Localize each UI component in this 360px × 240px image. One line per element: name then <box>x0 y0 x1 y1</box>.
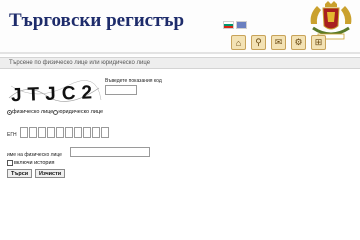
egn-digit-field[interactable] <box>83 127 91 138</box>
person-name-label: име на физическо лице <box>7 152 62 158</box>
natural-person-radio[interactable] <box>7 109 12 115</box>
egn-digit-field[interactable] <box>47 127 55 138</box>
search-icon[interactable]: ⚲ <box>251 35 266 50</box>
egn-digit-field[interactable] <box>56 127 64 138</box>
clear-button[interactable]: Изчисти <box>35 169 66 178</box>
header-divider <box>0 52 360 54</box>
legal-person-label: юридическо лице <box>58 109 104 115</box>
egn-digit-field[interactable] <box>29 127 37 138</box>
captcha-image: JTJC2 <box>8 80 102 104</box>
egn-input-group <box>20 127 110 138</box>
include-history-checkbox[interactable] <box>7 160 13 166</box>
sitemap-icon[interactable]: ⊞ <box>311 35 326 50</box>
captcha-input[interactable] <box>105 85 137 95</box>
section-bar: Търсене по физическо лице или юридическо… <box>0 57 360 69</box>
mail-icon[interactable]: ✉ <box>271 35 286 50</box>
include-history-label: включи история <box>14 160 55 166</box>
egn-digit-field[interactable] <box>92 127 100 138</box>
egn-digit-field[interactable] <box>74 127 82 138</box>
toolbar: ⌂ ⚲ ✉ ⚙ ⊞ <box>231 35 326 50</box>
person-type-selector: физическо лице юридическо лице <box>7 109 103 115</box>
egn-digit-field[interactable] <box>65 127 73 138</box>
site-title: Търговски регистър <box>9 10 185 31</box>
uk-flag-icon[interactable] <box>236 21 247 29</box>
person-name-input[interactable] <box>70 147 150 157</box>
coat-of-arms-logo <box>310 1 352 40</box>
legal-person-radio[interactable] <box>53 109 59 115</box>
settings-icon[interactable]: ⚙ <box>291 35 306 50</box>
egn-digit-field[interactable] <box>20 127 28 138</box>
egn-digit-field[interactable] <box>38 127 46 138</box>
home-icon[interactable]: ⌂ <box>231 35 246 50</box>
bulgarian-flag-icon[interactable] <box>223 21 234 29</box>
history-option: включи история <box>7 160 55 166</box>
language-switcher <box>223 21 247 29</box>
captcha-text: JTJC2 <box>11 82 99 104</box>
egn-label: ЕГН <box>7 132 17 138</box>
search-button[interactable]: Търси <box>7 169 33 178</box>
natural-person-label: физическо лице <box>12 109 54 115</box>
site-header: Търговски регистър ⌂ ⚲ ✉ ⚙ ⊞ <box>0 0 360 56</box>
egn-digit-field[interactable] <box>101 127 109 138</box>
captcha-label: Въведете показания код <box>105 78 162 84</box>
section-title: Търсене по физическо лице или юридическо… <box>9 60 151 66</box>
